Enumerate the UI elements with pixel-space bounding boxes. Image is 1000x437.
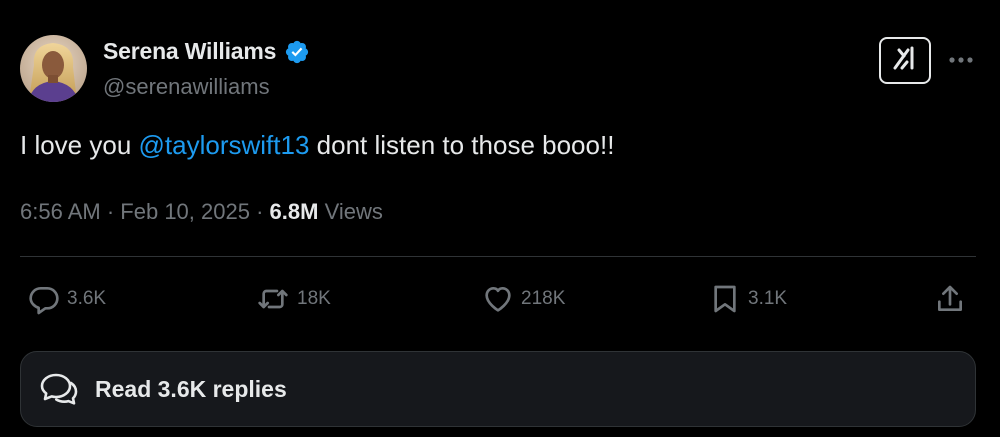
author-name-row[interactable]: Serena Williams <box>103 38 310 65</box>
views-count: 6.8M <box>269 199 319 224</box>
tweet: Serena Williams @serenawilliams I love y… <box>0 0 1000 437</box>
divider <box>20 256 976 257</box>
grok-button[interactable] <box>879 37 931 84</box>
meta-separator: · <box>106 199 115 224</box>
like-count: 218K <box>521 288 566 309</box>
meta-separator-2: · <box>256 199 264 224</box>
bookmark-count: 3.1K <box>748 288 788 309</box>
reply-icon <box>28 283 60 315</box>
tweet-meta: 6:56 AM · Feb 10, 2025 · 6.8M Views <box>20 199 383 225</box>
reply-count: 3.6K <box>67 288 107 309</box>
bookmark-button[interactable]: 3.1K <box>709 281 787 317</box>
retweet-count: 18K <box>297 288 331 309</box>
tweet-time[interactable]: 6:56 AM <box>20 199 101 224</box>
retweet-button[interactable]: 18K <box>256 281 331 317</box>
tweet-text: I love you @taylorswift13 dont listen to… <box>20 130 614 161</box>
verified-badge-icon[interactable] <box>284 39 310 65</box>
tweet-date[interactable]: Feb 10, 2025 <box>120 199 250 224</box>
like-button[interactable]: 218K <box>482 281 565 317</box>
conversation-icon <box>36 367 81 412</box>
tweet-text-before: I love you <box>20 130 139 160</box>
author-display-name[interactable]: Serena Williams <box>103 38 276 65</box>
views-label: Views <box>324 199 383 224</box>
heart-icon <box>482 283 514 315</box>
bookmark-icon <box>709 283 741 315</box>
grok-icon <box>890 44 920 77</box>
mention-link[interactable]: @taylorswift13 <box>139 130 310 160</box>
read-replies-button[interactable]: Read 3.6K replies <box>20 351 976 427</box>
tweet-text-after: dont listen to those booo!! <box>309 130 615 160</box>
share-icon <box>934 283 966 315</box>
share-button[interactable] <box>934 281 966 317</box>
more-dots-icon <box>948 51 974 69</box>
read-replies-label: Read 3.6K replies <box>95 375 287 402</box>
more-button[interactable] <box>946 48 976 72</box>
retweet-icon <box>256 283 290 315</box>
author-handle[interactable]: @serenawilliams <box>103 74 270 100</box>
reply-button[interactable]: 3.6K <box>28 281 106 317</box>
avatar[interactable] <box>20 35 87 102</box>
